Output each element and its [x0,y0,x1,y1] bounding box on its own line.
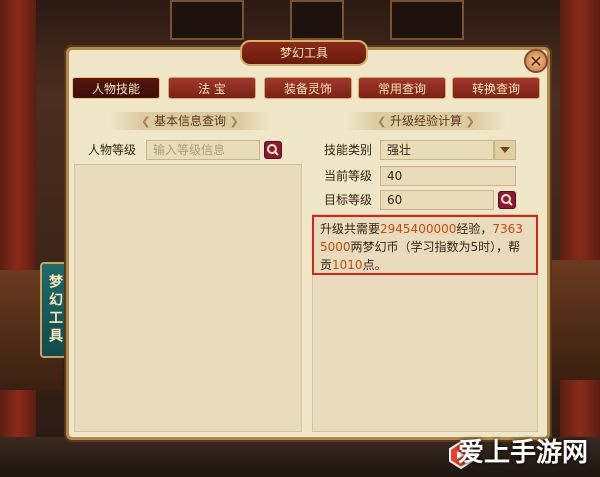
background-window [290,0,344,40]
tab-equipment[interactable]: 装备灵饰 [264,77,352,99]
close-icon: ✕ [529,52,543,71]
section-title: 基本信息查询 [153,114,226,128]
tab-common-query[interactable]: 常用查询 [358,77,446,99]
panel-title: 梦幻工具 [240,40,368,66]
result-prefix: 升级共需要 [320,222,381,236]
left-pillar [0,0,36,477]
level-search-button[interactable] [264,141,282,159]
ornament-icon: ❯ [226,115,239,128]
info-result-area [74,164,302,432]
right-shelf [548,260,600,380]
chevron-down-icon [500,147,510,153]
right-pillar [560,0,600,477]
ornament-icon: ❯ [462,115,475,128]
result-contribution-value: 1010 [332,258,363,272]
result-text: 经验， [456,222,493,236]
skill-type-dropdown[interactable] [494,140,516,160]
target-level-input[interactable]: 60 [380,190,494,210]
search-icon [267,144,279,156]
tab-conversion-query[interactable]: 转换查询 [452,77,540,99]
current-level-label: 当前等级 [324,169,373,183]
section-title: 升级经验计算 [389,114,462,128]
ornament-icon: ❮ [377,115,390,128]
result-text: 点。 [362,258,387,272]
skill-type-label: 技能类别 [324,143,373,157]
level-input[interactable]: 输入等级信息 [146,140,260,160]
background-window [390,0,464,40]
watermark-text: 爱上手游网 [457,438,588,468]
tab-magic-treasure[interactable]: 法 宝 [168,77,256,99]
skill-type-select[interactable]: 强壮 [380,140,494,160]
background-window [170,0,244,40]
calc-result-text: 升级共需要2945400000经验，73635000两梦幻币（学习指数为5时），… [312,215,538,275]
calculate-button[interactable] [498,191,516,209]
target-level-label: 目标等级 [324,193,373,207]
result-exp-value: 2945400000 [380,222,457,236]
close-button[interactable]: ✕ [524,49,548,73]
tab-character-skills[interactable]: 人物技能 [72,77,160,99]
section-basic-info: ❮ 基本信息查询 ❯ [110,112,270,130]
search-icon [501,194,513,206]
current-level-input[interactable]: 40 [380,166,516,186]
ornament-icon: ❮ [141,115,154,128]
level-label: 人物等级 [88,143,137,157]
section-exp-calc: ❮ 升级经验计算 ❯ [346,112,506,130]
